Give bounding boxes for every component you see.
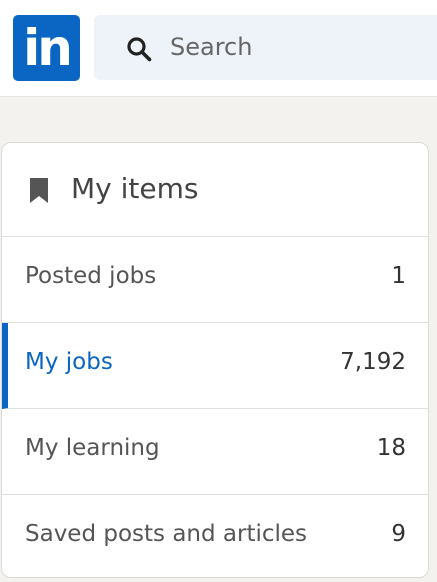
- item-count: 7,192: [340, 349, 406, 375]
- search-icon: [127, 37, 152, 62]
- item-count: 1: [391, 263, 406, 289]
- my-items-header: My items: [2, 143, 428, 237]
- item-label: Posted jobs: [25, 263, 157, 289]
- linkedin-logo[interactable]: in: [13, 15, 80, 81]
- item-my-learning[interactable]: My learning 18: [2, 409, 428, 495]
- my-items-title: My items: [71, 172, 199, 205]
- item-my-jobs[interactable]: My jobs 7,192: [2, 323, 428, 409]
- search-input[interactable]: [170, 27, 430, 67]
- item-label: My jobs: [25, 349, 113, 375]
- item-saved-posts[interactable]: Saved posts and articles 9: [2, 495, 428, 577]
- my-items-card: My items Posted jobs 1 My jobs 7,192 My …: [1, 142, 429, 578]
- search-bar[interactable]: [94, 15, 437, 80]
- item-posted-jobs[interactable]: Posted jobs 1: [2, 237, 428, 323]
- item-count: 18: [376, 435, 406, 461]
- item-count: 9: [391, 521, 406, 547]
- bookmark-icon: [30, 178, 48, 203]
- item-label: My learning: [25, 435, 160, 461]
- global-header: in: [0, 0, 437, 97]
- item-label: Saved posts and articles: [25, 521, 308, 547]
